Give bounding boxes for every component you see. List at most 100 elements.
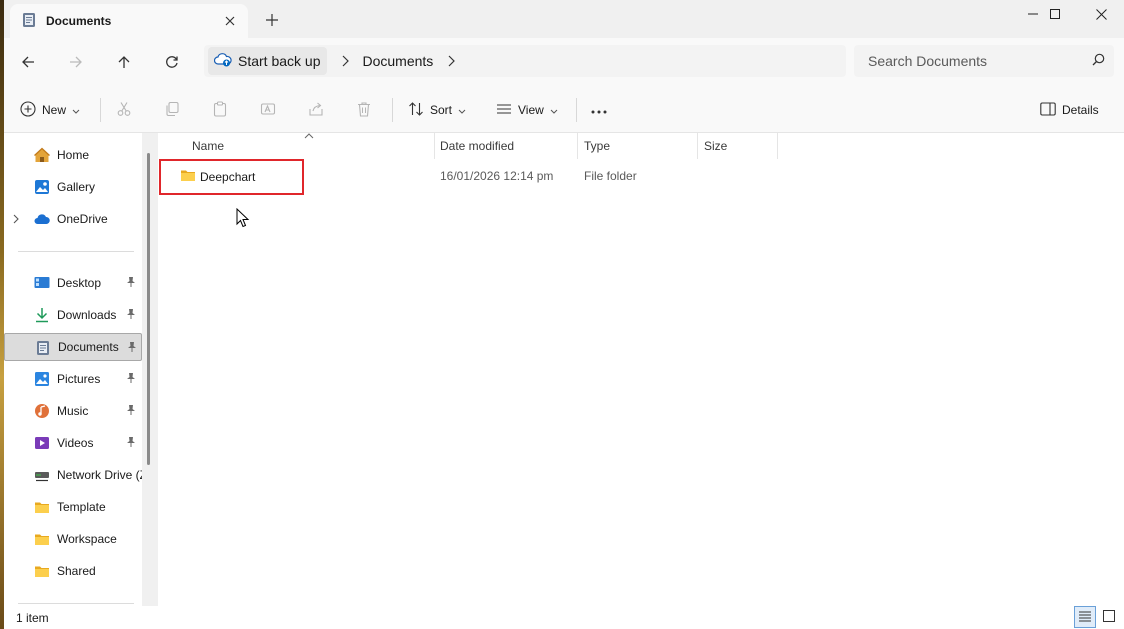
chevron-right-icon[interactable] [13,213,19,227]
search-box[interactable] [854,45,1114,77]
chevron-right-icon[interactable] [341,55,349,67]
sidebar-item-onedrive[interactable]: OneDrive [4,205,142,233]
view-button[interactable]: View [496,96,558,124]
column-divider[interactable] [434,133,435,159]
large-icons-view-button[interactable] [1098,606,1120,628]
search-icon[interactable] [1092,53,1105,69]
gallery-icon [34,179,50,195]
column-divider[interactable] [577,133,578,159]
status-bar: 1 item [4,606,1124,629]
scrollbar-thumb[interactable] [147,153,150,465]
pin-icon[interactable] [127,341,137,356]
pin-icon[interactable] [126,404,136,419]
sidebar-item-documents[interactable]: Documents [4,333,142,361]
sidebar-item-music[interactable]: Music [4,397,142,425]
download-icon [34,307,50,323]
chevron-down-icon [72,103,80,117]
pin-icon[interactable] [126,436,136,451]
toolbar-divider [100,98,101,122]
column-header-type[interactable]: Type [584,133,610,159]
desktop-icon [34,275,50,291]
sidebar-item-label: Gallery [57,180,96,194]
column-header-name[interactable]: Name [192,133,224,159]
chevron-down-icon [550,103,558,117]
search-input[interactable] [868,53,1088,69]
column-header-size[interactable]: Size [704,133,727,159]
sort-ascending-icon [304,133,314,139]
tab-documents[interactable]: Documents [10,4,248,38]
sidebar-item-videos[interactable]: Videos [4,429,142,457]
copy-button[interactable] [164,96,180,124]
sidebar-divider [18,603,134,604]
paste-button[interactable] [212,96,228,124]
close-tab-icon[interactable] [216,7,244,35]
toolbar-divider [576,98,577,122]
list-view-icon [496,101,512,120]
music-icon [34,403,50,419]
sidebar-item-label: Template [57,500,106,514]
breadcrumb-documents[interactable]: Documents [363,53,434,69]
sidebar-item-gallery[interactable]: Gallery [4,173,142,201]
ellipsis-icon [590,103,608,117]
forward-arrow-icon[interactable] [62,48,90,76]
cloud-icon [34,211,50,227]
breadcrumb[interactable]: Start back up Documents [204,45,846,77]
sidebar-item-label: Network Drive (Z:) [57,468,142,482]
sidebar-item-pictures[interactable]: Pictures [4,365,142,393]
delete-button[interactable] [356,96,372,124]
sidebar-item-desktop[interactable]: Desktop [4,269,142,297]
breadcrumb-root[interactable]: Start back up [208,47,327,75]
chevron-right-icon[interactable] [447,55,456,67]
videos-icon [34,435,50,451]
pin-icon[interactable] [126,276,136,291]
close-window-icon[interactable] [1078,0,1124,28]
sidebar-item-home[interactable]: Home [4,141,142,169]
new-label: New [42,103,67,117]
pictures-icon [34,371,50,387]
sidebar-item-network-drive[interactable]: Network Drive (Z:) [4,461,142,489]
more-options-button[interactable] [590,96,608,124]
column-header-date[interactable]: Date modified [440,133,514,159]
sidebar-item-label: OneDrive [57,212,108,226]
sidebar-divider [18,251,134,252]
clipboard-icon [212,100,228,120]
folder-icon [34,563,50,579]
details-pane-button[interactable]: Details [1040,96,1099,124]
scissors-icon [116,101,132,120]
sidebar-item-downloads[interactable]: Downloads [4,301,142,329]
sort-button[interactable]: Sort [408,96,466,124]
documents-icon [22,12,36,31]
pin-icon[interactable] [126,372,136,387]
details-view-button[interactable] [1074,606,1096,628]
copy-icon [164,101,180,120]
back-arrow-icon[interactable] [14,48,42,76]
network-drive-icon [34,467,50,483]
mouse-cursor-icon [236,208,250,228]
sidebar-item-label: Workspace [57,532,117,546]
share-button[interactable] [308,96,324,124]
rename-button[interactable] [260,96,276,124]
new-button[interactable]: New [20,96,80,124]
pin-icon[interactable] [126,308,136,323]
toolbar-divider [392,98,393,122]
sidebar-item-template[interactable]: Template [4,493,142,521]
details-label: Details [1062,103,1099,117]
file-date: 16/01/2026 12:14 pm [440,169,554,183]
up-arrow-icon[interactable] [110,48,138,76]
new-tab-icon[interactable] [260,8,284,32]
documents-icon [35,340,51,356]
maximize-icon[interactable] [1032,0,1078,28]
column-divider[interactable] [697,133,698,159]
column-divider[interactable] [777,133,778,159]
trash-icon [356,101,372,120]
item-count: 1 item [16,611,49,625]
title-bar: Documents [4,0,1124,38]
sidebar-item-workspace[interactable]: Workspace [4,525,142,553]
refresh-icon[interactable] [158,48,186,76]
chevron-down-icon [458,103,466,117]
address-bar: Start back up Documents [4,38,1124,86]
cut-button[interactable] [116,96,132,124]
highlight-annotation [159,159,304,195]
sidebar-scrollbar[interactable] [142,133,158,606]
sidebar-item-shared[interactable]: Shared [4,557,142,585]
